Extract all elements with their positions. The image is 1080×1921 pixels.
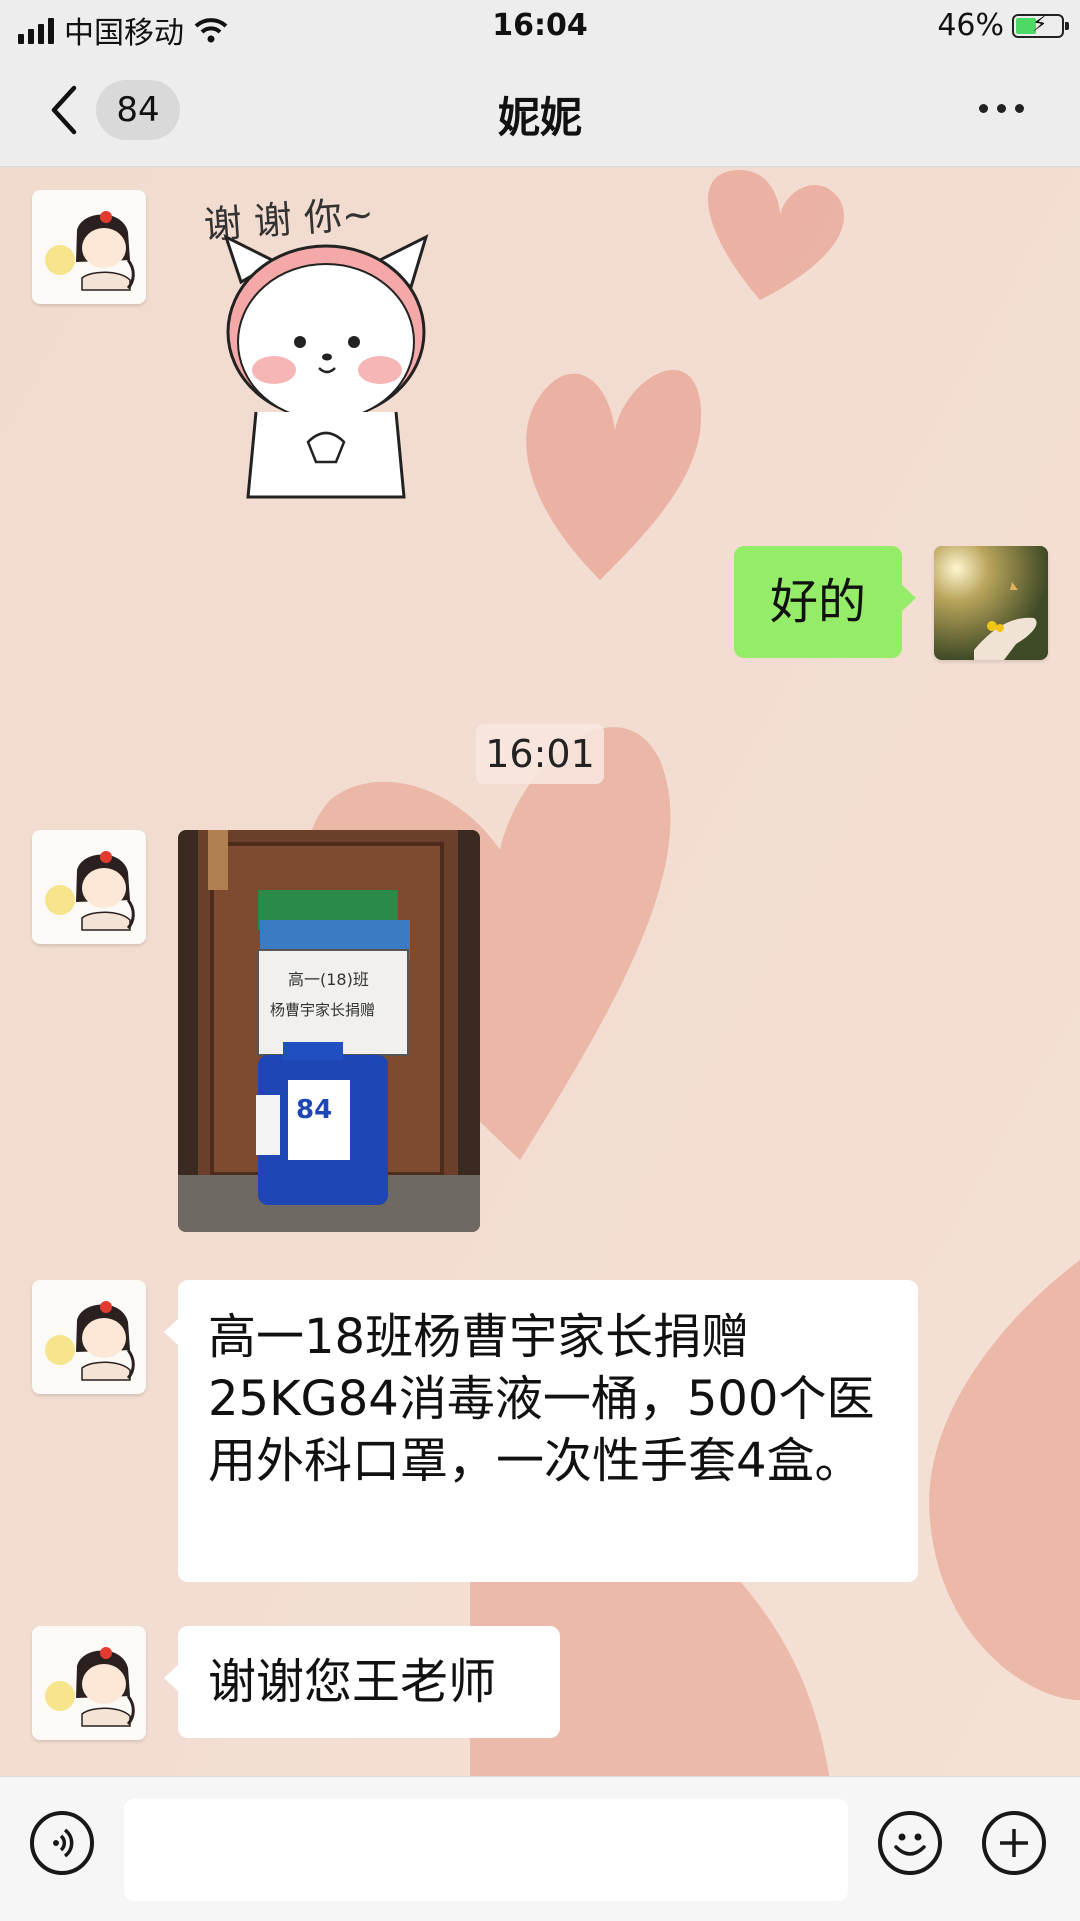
box-note-line1: 高一(18)班 — [288, 970, 369, 989]
chat-title: 妮妮 — [497, 93, 582, 142]
battery-percent: 46% — [937, 8, 1004, 43]
girl-avatar-icon — [45, 851, 135, 931]
status-bar: 中国移动 16:04 46% ⚡ — [0, 0, 1080, 54]
message-text: 好的 — [769, 574, 866, 630]
status-right: 46% ⚡ — [937, 8, 1069, 43]
box-note-line2: 杨曹宇家长捐赠 — [270, 1001, 375, 1019]
voice-icon[interactable] — [30, 1811, 94, 1875]
chat-header: 84 妮妮 — [0, 54, 1080, 167]
contact-avatar[interactable] — [32, 1626, 146, 1740]
contact-avatar[interactable] — [32, 1280, 146, 1394]
chat-input-bar — [0, 1776, 1080, 1921]
status-time: 16:04 — [492, 8, 588, 43]
battery-icon: ⚡ — [1012, 12, 1069, 38]
plus-icon[interactable] — [982, 1811, 1046, 1875]
girl-avatar-icon — [45, 211, 135, 291]
thank-you-sticker[interactable]: 谢 谢 你~ — [196, 192, 456, 502]
message-text: 谢谢您王老师 — [208, 1654, 497, 1710]
my-avatar[interactable] — [934, 546, 1048, 660]
message-input[interactable] — [124, 1799, 848, 1901]
more-dots-icon[interactable] — [979, 104, 1024, 113]
girl-avatar-icon — [45, 1301, 135, 1381]
contact-avatar[interactable] — [32, 190, 146, 304]
emoji-icon[interactable] — [878, 1811, 942, 1875]
bottle-label: 84 — [296, 1095, 332, 1125]
hand-photo-avatar-icon — [934, 546, 1048, 660]
message-text: 高一18班杨曹宇家长捐赠25KG84消毒液一桶，500个医用外科口罩，一次性手套… — [208, 1309, 875, 1489]
donation-photo[interactable]: 高一(18)班 杨曹宇家长捐赠 84 — [178, 830, 480, 1232]
incoming-message-bubble[interactable]: 高一18班杨曹宇家长捐赠25KG84消毒液一桶，500个医用外科口罩，一次性手套… — [164, 1280, 918, 1582]
outgoing-message-bubble[interactable]: 好的 — [734, 546, 916, 658]
message-timestamp: 16:01 — [476, 724, 604, 784]
incoming-message-bubble[interactable]: 谢谢您王老师 — [164, 1626, 560, 1738]
girl-avatar-icon — [45, 1647, 135, 1727]
donation-photo-image: 高一(18)班 杨曹宇家长捐赠 84 — [178, 830, 480, 1232]
contact-avatar[interactable] — [32, 830, 146, 944]
